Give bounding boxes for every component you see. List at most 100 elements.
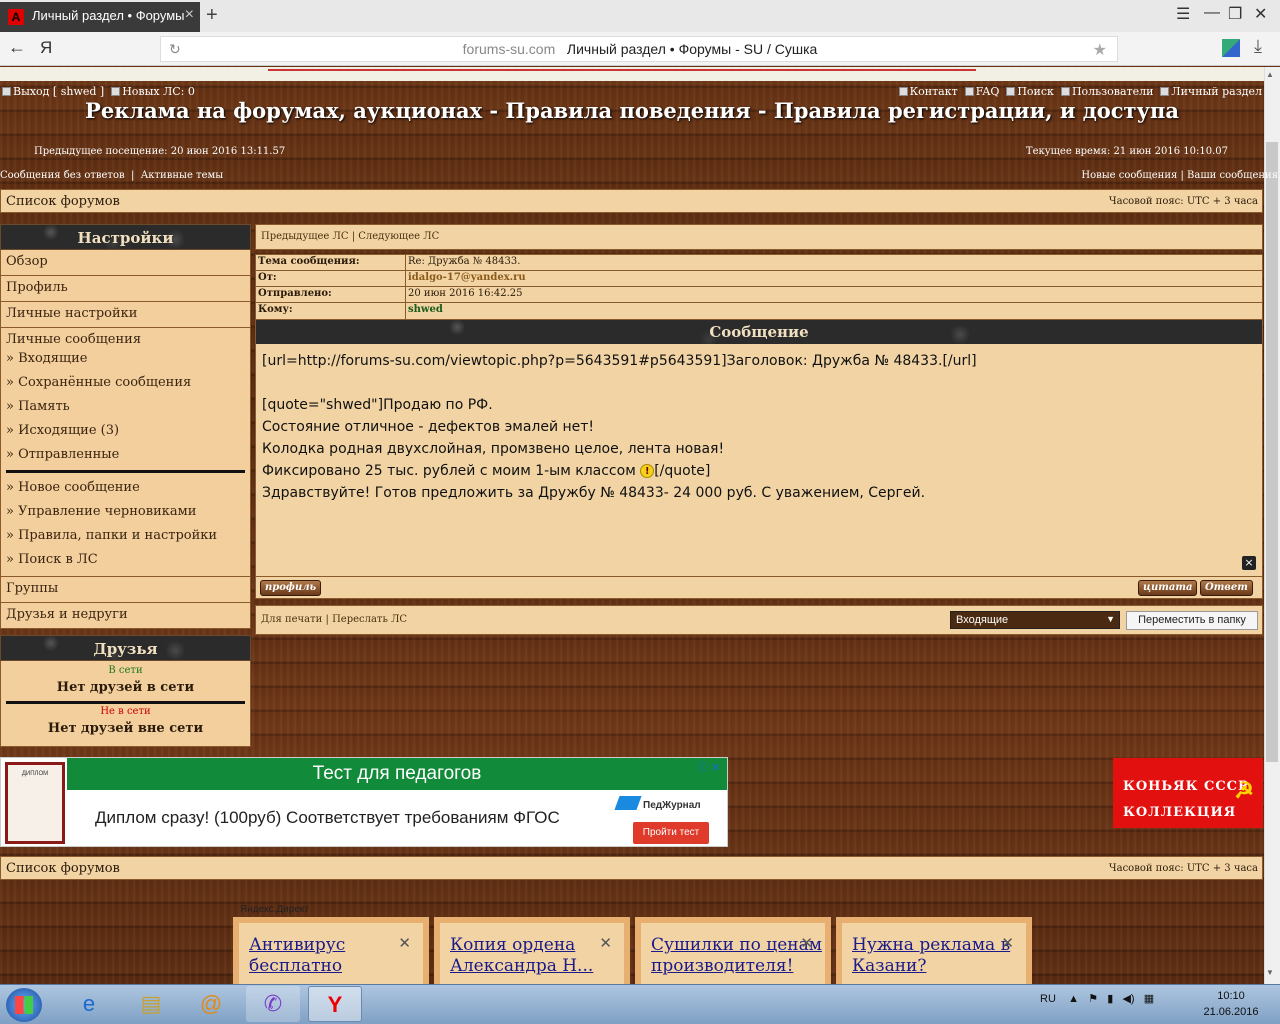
volume-icon[interactable]: ◀) [1122,993,1134,1005]
delete-icon[interactable]: × [1242,556,1256,570]
ad-cta-button[interactable]: Пройти тест [633,822,709,844]
active-topics-link[interactable]: Активные темы [141,170,224,181]
your-posts-link[interactable]: Ваши сообщения [1187,170,1278,181]
new-posts-link[interactable]: Новые сообщения [1081,170,1177,181]
viber-icon[interactable]: ✆ [246,986,300,1022]
ad-text[interactable]: Диплом сразу! (100руб) Соответствует тре… [95,808,560,828]
profile-button[interactable]: профиль [260,580,322,596]
flag-icon[interactable]: ⚑ [1088,993,1098,1005]
minimize-icon[interactable]: — [1204,4,1220,22]
body-line: [quote="shwed"]Продаю по РФ. [262,397,493,413]
direct-card[interactable]: Копия ордена Александра Н... ✕ [434,917,630,985]
sidebar-item-compose[interactable]: » Новое сообщение [6,476,245,500]
search-link[interactable]: Поиск [1017,85,1054,98]
users-link[interactable]: Пользователи [1072,85,1153,98]
prev-pm-link[interactable]: Предыдущее ЛС [261,231,349,242]
ad-title[interactable]: Тест для педагогов [67,758,727,790]
close-tab-icon[interactable]: × [185,6,194,24]
sidebar-item-inbox[interactable]: » Входящие [6,347,245,371]
sidebar-item-groups[interactable]: Группы [0,577,251,603]
restore-icon[interactable]: ❐ [1228,4,1242,24]
from-row: От: idalgo-17@yandex.ru [256,271,1262,287]
exclamation-smiley-icon: ! [640,464,655,478]
yandex-browser-icon[interactable]: Y [308,986,362,1022]
message-body: [url=http://forums-su.com/viewtopic.php?… [256,344,1262,576]
back-arrow-icon[interactable]: ← [8,37,26,58]
scroll-down-icon[interactable]: ▼ [1266,968,1274,977]
reply-button[interactable]: Ответ [1200,580,1253,596]
sidebar-item-rules[interactable]: » Правила, папки и настройки [6,524,245,548]
explorer-icon[interactable]: ▤ [124,986,178,1022]
url-page-title: Личный раздел • Форумы - SU / Сушка [566,41,818,57]
sidebar-item-outbox[interactable]: » Исходящие (3) [6,419,245,443]
forum-list-link[interactable]: Список форумов [6,194,120,209]
url-field[interactable]: ↻ forums-su.com Личный раздел • Форумы -… [160,36,1118,62]
clock[interactable]: 10:10 21.06.2016 [1196,988,1266,1020]
sidebar-item-saved[interactable]: » Сохранённые сообщения [6,371,245,395]
faq-icon [964,87,974,96]
language-indicator[interactable]: RU [1040,993,1056,1005]
direct-card[interactable]: Нужна реклама в Казани? ✕ [836,917,1032,985]
scroll-up-icon[interactable]: ▲ [1266,70,1274,79]
browser-tab[interactable]: А Личный раздел • Форумы × [0,2,200,32]
sidebar-item-friends-foes[interactable]: Друзья и недруги [0,603,251,629]
ie-icon[interactable]: e [62,986,116,1022]
close-window-icon[interactable]: ✕ [1254,4,1267,24]
sidebar-item-profile[interactable]: Профиль [0,276,251,302]
next-pm-link[interactable]: Следующее ЛС [358,231,439,242]
to-link[interactable]: shwed [406,303,445,319]
yandex-button[interactable]: Я [40,38,52,58]
contact-link[interactable]: Контакт [910,85,958,98]
current-time: Текущее время: 21 июн 2016 10:10.07 [1025,146,1228,157]
body-line: Состояние отличное - дефектов эмалей нет… [262,419,595,435]
from-link[interactable]: idalgo-17@yandex.ru [406,271,528,286]
logout-icon [2,87,11,96]
downloads-icon[interactable]: ⤓ [1254,36,1262,57]
show-desktop-icon[interactable]: ▦ [1144,993,1154,1005]
divider [6,701,245,704]
close-icon[interactable]: ✕ [800,933,813,954]
tray-arrow-icon[interactable]: ▲ [1068,993,1079,1005]
unanswered-link[interactable]: Сообщения без ответов [0,170,125,181]
cognac-ad[interactable]: КОНЬЯК СССР КОЛЛЕКЦИЯ ☭ [1113,758,1263,828]
mail-agent-icon[interactable]: @ [184,986,238,1022]
start-button[interactable] [6,988,42,1022]
pm-view: Предыдущее ЛС | Следующее ЛС Тема сообще… [255,224,1263,635]
sidebar-item-sent[interactable]: » Отправленные [6,443,245,467]
pm-section-title[interactable]: Личные сообщения [6,332,245,347]
direct-card[interactable]: Сушилки по ценам производителя! ✕ [635,917,831,985]
bookmark-star-icon[interactable]: ★ [1093,40,1107,60]
faq-link[interactable]: FAQ [976,85,1000,98]
sidebar-item-pm-search[interactable]: » Поиск в ЛС [6,548,245,572]
close-icon[interactable]: ✕ [1001,933,1014,954]
users-icon [1060,87,1070,96]
folder-select[interactable]: Входящие ▼ [950,611,1120,629]
extension-icon[interactable] [1222,39,1240,57]
url-domain: forums-su.com [462,41,556,57]
move-to-folder-button[interactable]: Переместить в папку [1126,611,1258,630]
site-title[interactable]: Реклама на форумах, аукционах - Правила … [0,98,1264,123]
forward-link[interactable]: Переслать ЛС [332,614,407,625]
ad-info-close-icon[interactable]: ⓘ ✕ [697,759,720,775]
sidebar-item-memory[interactable]: » Память [6,395,245,419]
scrollbar-thumb[interactable] [1266,142,1278,762]
logout-link[interactable]: Выход [ shwed ] [13,85,104,98]
close-icon[interactable]: ✕ [599,933,612,954]
quote-button[interactable]: цитата [1138,580,1198,596]
sidebar-item-prefs[interactable]: Личные настройки [0,302,251,328]
print-link[interactable]: Для печати [261,614,322,625]
ucp-link[interactable]: Личный раздел [1171,85,1262,98]
close-icon[interactable]: ✕ [398,933,411,954]
sidebar-item-overview[interactable]: Обзор [0,250,251,276]
sidebar-item-drafts[interactable]: » Управление черновиками [6,500,245,524]
new-pm-link[interactable]: Новых ЛС: 0 [122,85,195,98]
offline-label: Не в сети [100,706,151,717]
forum-list-link[interactable]: Список форумов [6,861,120,876]
menu-icon[interactable]: ☰ [1176,4,1190,24]
network-icon[interactable]: ▮ [1107,993,1113,1005]
ad-banner[interactable]: ДИПЛОМ Тест для педагогов Диплом сразу! … [0,757,728,847]
direct-card[interactable]: Антивирус бесплатно ✕ [233,917,429,985]
new-tab-icon[interactable]: + [206,4,218,27]
message-header: Сообщение [256,320,1262,344]
yandex-direct-label[interactable]: Яндекс.Директ [240,904,309,915]
